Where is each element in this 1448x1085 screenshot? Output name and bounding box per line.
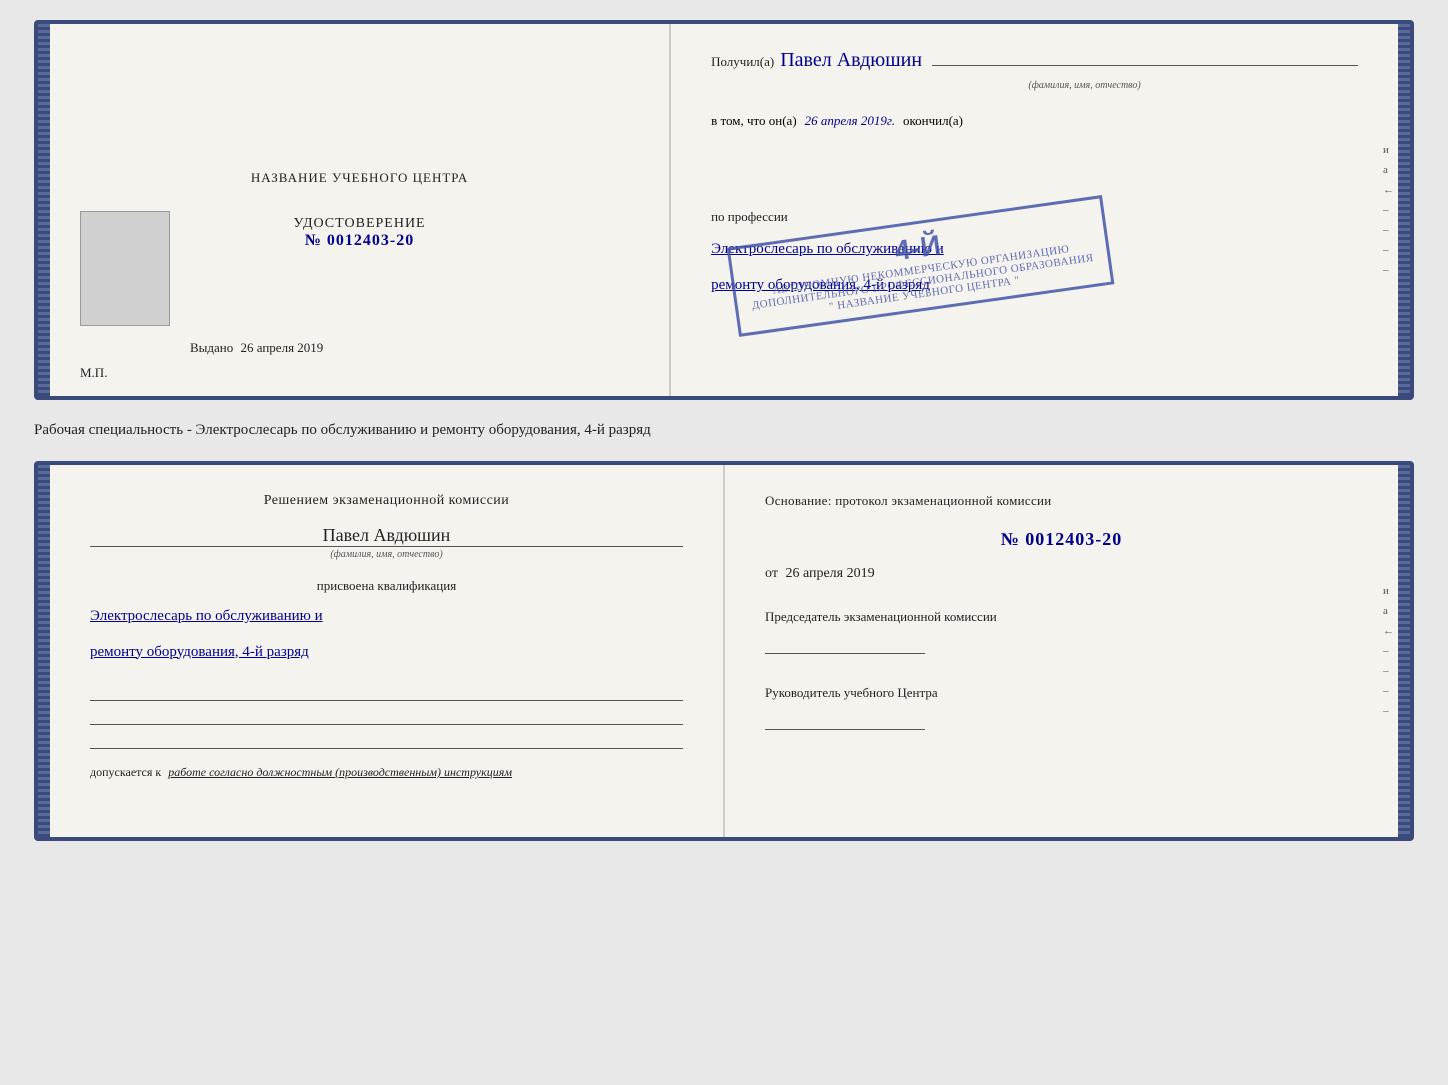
udost-label: УДОСТОВЕРЕНИЕ: [293, 216, 425, 232]
side-marks-qual-right: и а ← – – – –: [1383, 585, 1394, 717]
sig-line-1: [90, 683, 683, 701]
recipient-prefix: Получил(a): [711, 54, 774, 70]
ot-prefix: от: [765, 566, 778, 581]
profession-line2: ремонту оборудования, 4-й разряд: [711, 273, 1358, 297]
okonchill: окончил(а): [903, 113, 963, 129]
photo-placeholder: [80, 211, 170, 326]
signature-lines: [90, 683, 683, 749]
side-marks-right: и а ← – – – –: [1383, 144, 1394, 276]
training-center-title: НАЗВАНИЕ УЧЕБНОГО ЦЕНТРА: [251, 170, 468, 186]
qual-left-spine: [38, 465, 50, 837]
recipient-underline: [932, 65, 1358, 66]
dopuskaetsya-line: допускается к работе согласно должностны…: [90, 765, 683, 780]
sig-line-2: [90, 707, 683, 725]
vtom-prefix: в том, что он(a): [711, 113, 797, 129]
predsedatel-title: Председатель экзаменационной комиссии: [765, 608, 1358, 626]
person-block: Павел Авдюшин (фамилия, имя, отчество): [90, 525, 683, 560]
dopusk-text: работе согласно должностным (производств…: [168, 765, 512, 779]
profession-line1: Электрослесарь по обслуживанию и: [711, 237, 1358, 261]
qual-left-page: Решением экзаменационной комиссии Павел …: [50, 465, 725, 837]
qual-profession-line2: ремонту оборудования, 4-й разряд: [90, 640, 683, 666]
qualification-book: Решением экзаменационной комиссии Павел …: [34, 461, 1414, 841]
rukovoditel-block: Руководитель учебного Центра: [765, 684, 1358, 730]
udostoverenie-block: УДОСТОВЕРЕНИЕ № 0012403-20: [293, 216, 425, 250]
vydano-prefix: Выдано: [190, 340, 233, 355]
qual-profession-line1: Электрослесарь по обслуживанию и: [90, 604, 683, 630]
left-spine: [38, 24, 50, 396]
stamp-placeholder: [711, 141, 1358, 157]
osnov-title: Основание: протокол экзаменационной коми…: [765, 493, 1358, 509]
cert-right-page: Получил(a) Павел Авдюшин (фамилия, имя, …: [671, 24, 1398, 396]
vtom-line: в том, что он(a) 26 апреля 2019г. окончи…: [711, 113, 1358, 129]
fio-label-top: (фамилия, имя, отчество): [811, 80, 1358, 91]
right-spine-top: [1398, 24, 1410, 396]
vtom-date: 26 апреля 2019г.: [805, 113, 895, 129]
fio-label-bottom: (фамилия, имя, отчество): [90, 546, 683, 560]
recipient-line: Получил(a) Павел Авдюшин: [711, 49, 1358, 72]
stamp-container: 4-й АВТОНОМНУЮ НЕКОММЕРЧЕСКУЮ ОРГАНИЗАЦИ…: [711, 141, 1358, 157]
rukovoditel-sign-line: [765, 706, 925, 730]
cert-left-page: НАЗВАНИЕ УЧЕБНОГО ЦЕНТРА УДОСТОВЕРЕНИЕ №…: [50, 24, 671, 396]
vydano-date: 26 апреля 2019: [241, 340, 324, 355]
sig-line-3: [90, 731, 683, 749]
rukovoditel-title: Руководитель учебного Центра: [765, 684, 1358, 702]
ot-date: 26 апреля 2019: [785, 566, 874, 581]
vydano-line: Выдано 26 апреля 2019: [190, 340, 323, 356]
recipient-name: Павел Авдюшин: [780, 49, 922, 72]
mp-label: М.П.: [80, 365, 107, 381]
udost-number: № 0012403-20: [293, 232, 425, 250]
decision-title: Решением экзаменационной комиссии: [90, 493, 683, 509]
predsedatel-sign-line: [765, 630, 925, 654]
top-certificate: НАЗВАНИЕ УЧЕБНОГО ЦЕНТРА УДОСТОВЕРЕНИЕ №…: [34, 20, 1414, 400]
prisvoena-label: присвоена квалификация: [90, 578, 683, 594]
predsedatel-block: Председатель экзаменационной комиссии: [765, 608, 1358, 654]
osnov-number: № 0012403-20: [765, 529, 1358, 550]
document-wrapper: НАЗВАНИЕ УЧЕБНОГО ЦЕНТРА УДОСТОВЕРЕНИЕ №…: [34, 20, 1414, 841]
dopusk-prefix: допускается к: [90, 765, 161, 779]
qual-right-page: Основание: протокол экзаменационной коми…: [725, 465, 1398, 837]
po-professii-label: по профессии: [711, 209, 1358, 225]
qual-right-spine: [1398, 465, 1410, 837]
person-name: Павел Авдюшин: [90, 525, 683, 546]
separator-text: Рабочая специальность - Электрослесарь п…: [34, 418, 1414, 443]
osnov-date-line: от 26 апреля 2019: [765, 566, 1358, 582]
